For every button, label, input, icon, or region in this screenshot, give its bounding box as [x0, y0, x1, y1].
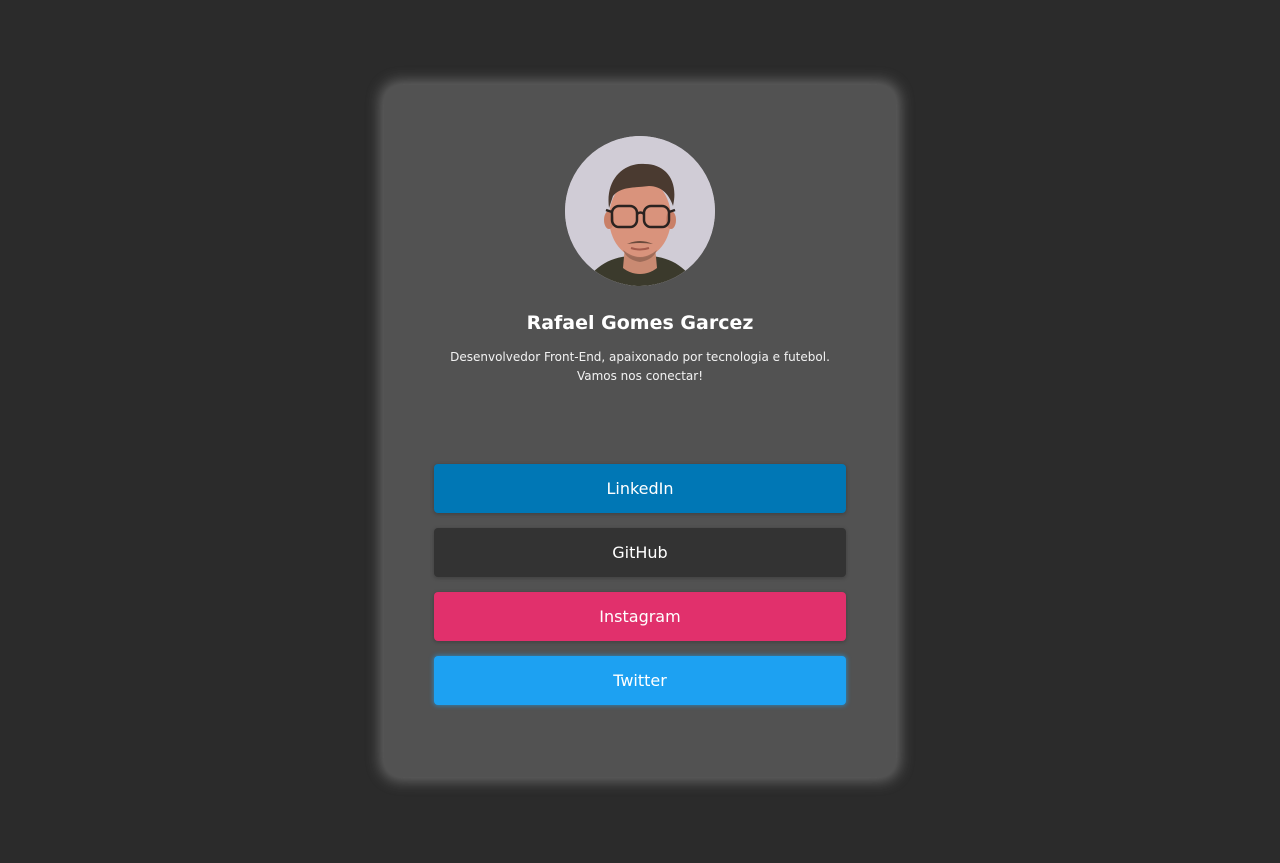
twitter-button[interactable]: Twitter [434, 656, 846, 705]
social-links: LinkedIn GitHub Instagram Twitter [434, 464, 846, 720]
avatar-photo-icon [565, 136, 715, 286]
profile-bio: Desenvolvedor Front-End, apaixonado por … [434, 348, 846, 385]
instagram-button[interactable]: Instagram [434, 592, 846, 641]
profile-name: Rafael Gomes Garcez [526, 312, 754, 334]
bio-line-1: Desenvolvedor Front-End, apaixonado por … [450, 350, 830, 364]
avatar [565, 136, 715, 286]
linkedin-button[interactable]: LinkedIn [434, 464, 846, 513]
bio-line-2: Vamos nos conectar! [576, 368, 704, 383]
profile-card: Rafael Gomes Garcez Desenvolvedor Front-… [384, 85, 896, 777]
github-button[interactable]: GitHub [434, 528, 846, 577]
